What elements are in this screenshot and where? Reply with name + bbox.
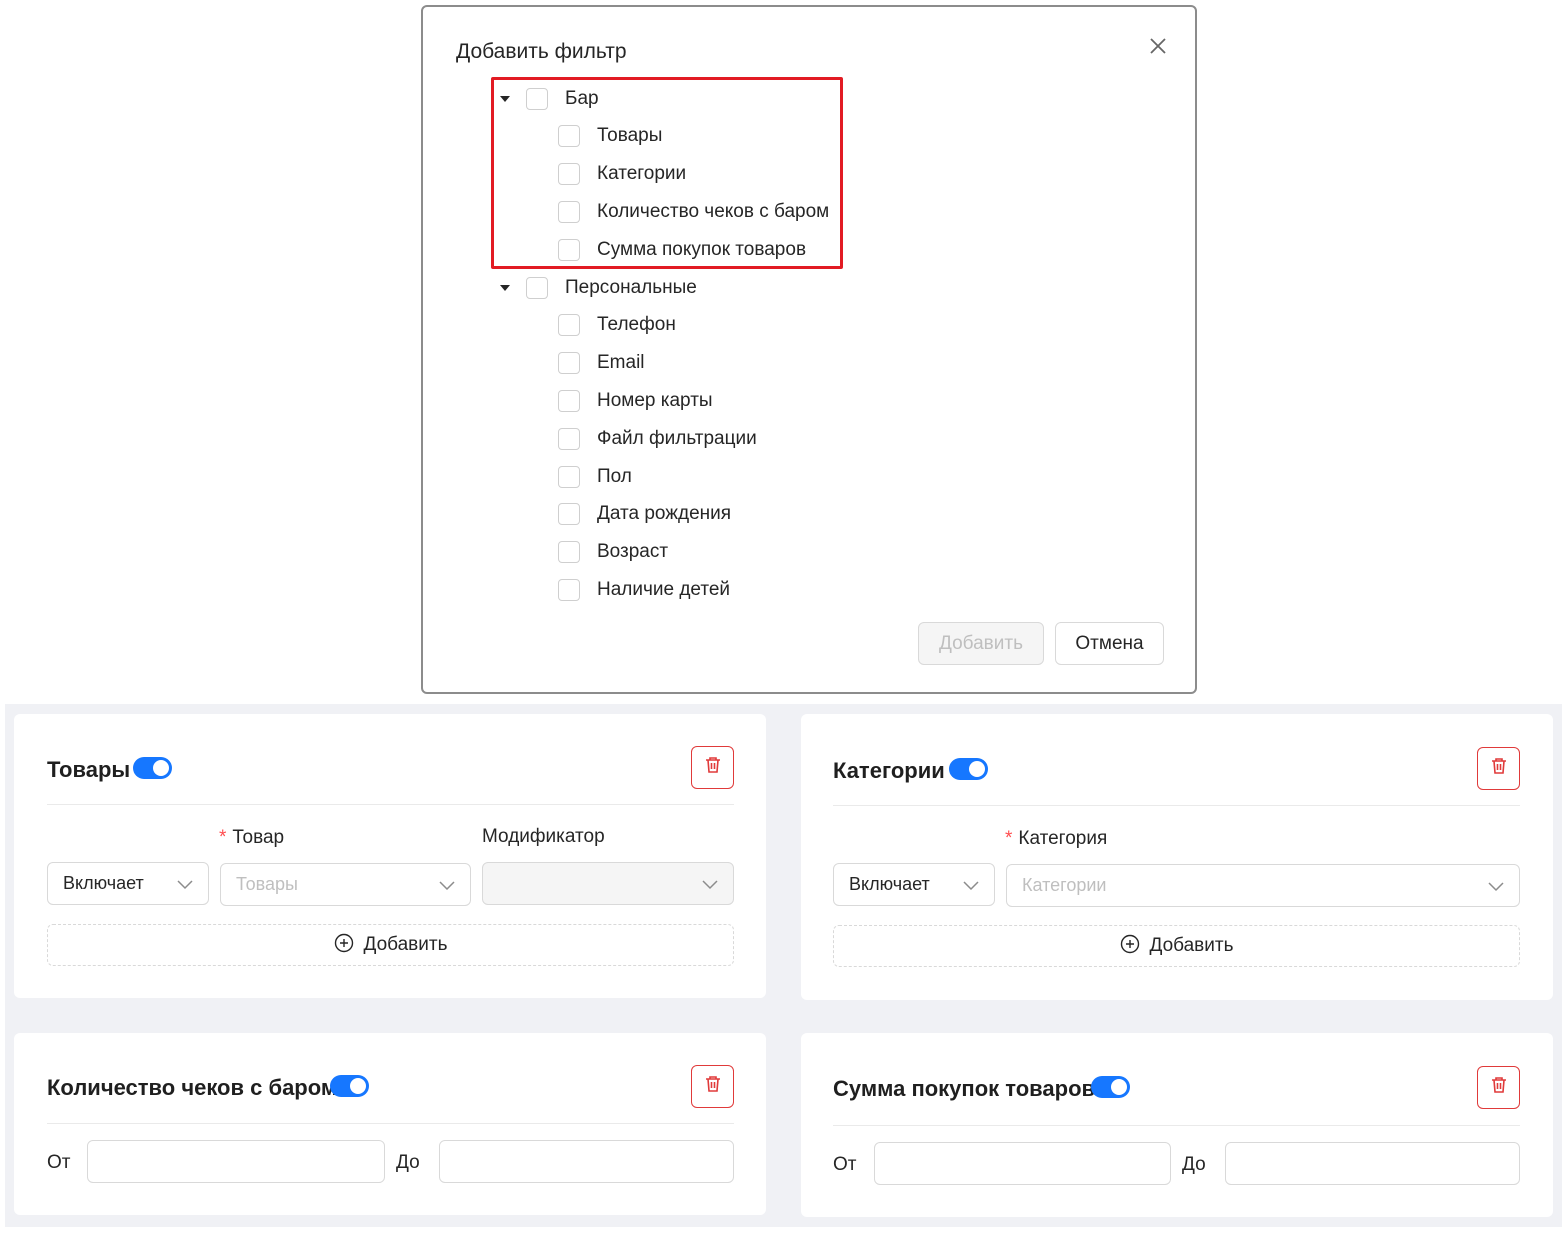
filter-card-purchases-sum: Сумма покупок товаров От До <box>801 1033 1553 1217</box>
filters-panel: Товары * Товар Модификатор Включает Товар… <box>5 704 1562 1227</box>
delete-button[interactable] <box>691 746 734 789</box>
add-filter-modal: Добавить фильтр Бар Товары Категории Кол… <box>421 5 1197 694</box>
add-condition-button[interactable]: Добавить <box>47 924 734 966</box>
chevron-down-icon <box>176 875 194 898</box>
delete-button[interactable] <box>1477 747 1520 790</box>
to-label: До <box>1182 1154 1206 1175</box>
product-label-text: Товар <box>232 827 285 848</box>
add-button[interactable]: Добавить <box>918 622 1044 665</box>
trash-icon <box>1490 1076 1508 1099</box>
tree-item-birth-date: Дата рождения <box>558 500 731 528</box>
required-mark: * <box>219 827 227 848</box>
tree-item-age: Возраст <box>558 538 668 566</box>
modal-title: Добавить фильтр <box>456 40 627 63</box>
checkbox-email[interactable] <box>558 352 580 374</box>
tree-item-label: Наличие детей <box>597 579 731 600</box>
tree-group-label: Персональные <box>565 277 697 298</box>
cancel-button[interactable]: Отмена <box>1055 622 1164 665</box>
tree-item-label: Дата рождения <box>597 503 732 524</box>
checkbox-children[interactable] <box>558 579 580 601</box>
tree-item-filter-file: Файл фильтрации <box>558 425 757 453</box>
checkbox-card-number[interactable] <box>558 390 580 412</box>
from-label: От <box>833 1154 857 1175</box>
tree-item-label: Возраст <box>597 541 669 562</box>
card-title: Категории <box>833 758 945 783</box>
category-label-text: Категория <box>1018 828 1108 849</box>
modifier-select[interactable] <box>482 862 734 905</box>
plus-circle-icon <box>334 933 354 958</box>
chevron-down-icon <box>701 875 719 898</box>
divider <box>833 805 1520 806</box>
trash-icon <box>704 756 722 779</box>
delete-button[interactable] <box>691 1065 734 1108</box>
chevron-down-icon <box>438 876 456 899</box>
from-label: От <box>47 1152 71 1173</box>
select-value: Включает <box>63 873 144 893</box>
checkbox-age[interactable] <box>558 541 580 563</box>
plus-circle-icon <box>1120 934 1140 959</box>
tree-item-label: Email <box>597 352 645 373</box>
divider <box>47 1123 734 1124</box>
add-label: Добавить <box>363 934 448 955</box>
condition-select[interactable]: Включает <box>47 862 209 905</box>
tree-item-gender: Пол <box>558 463 632 491</box>
from-input[interactable] <box>874 1142 1171 1185</box>
modifier-field-label: Модификатор <box>482 826 605 847</box>
tree-item-children: Наличие детей <box>558 576 730 604</box>
checkbox-gender[interactable] <box>558 466 580 488</box>
to-label: До <box>396 1152 420 1173</box>
chevron-down-icon <box>962 876 980 899</box>
divider <box>47 804 734 805</box>
add-label: Добавить <box>1149 935 1234 956</box>
add-condition-button[interactable]: Добавить <box>833 925 1520 967</box>
close-icon[interactable] <box>1145 33 1171 59</box>
chevron-down-icon <box>1487 877 1505 900</box>
product-field-label: * Товар <box>219 827 284 849</box>
highlight-annotation-box <box>491 77 843 269</box>
checkbox-group-personal[interactable] <box>526 277 548 299</box>
trash-icon <box>704 1075 722 1098</box>
enable-toggle[interactable] <box>1091 1076 1130 1098</box>
category-select[interactable]: Категории <box>1006 864 1520 907</box>
enable-toggle[interactable] <box>330 1075 369 1097</box>
filter-card-categories: Категории * Категория Включает Категории … <box>801 714 1553 1000</box>
card-title: Сумма покупок товаров <box>833 1076 1096 1101</box>
tree-item-phone: Телефон <box>558 311 676 339</box>
caret-down-icon[interactable] <box>499 282 511 294</box>
select-value: Включает <box>849 874 930 894</box>
enable-toggle[interactable] <box>133 757 172 779</box>
select-placeholder: Категории <box>1022 875 1107 895</box>
tree-item-card-number: Номер карты <box>558 387 713 415</box>
condition-select[interactable]: Включает <box>833 863 995 906</box>
product-select[interactable]: Товары <box>220 863 471 906</box>
divider <box>833 1125 1520 1126</box>
tree-group-personal: Персональные <box>499 274 697 302</box>
select-placeholder: Товары <box>236 874 298 894</box>
tree-item-label: Телефон <box>597 314 676 335</box>
checkbox-phone[interactable] <box>558 314 580 336</box>
to-input[interactable] <box>1225 1142 1520 1185</box>
tree-item-label: Номер карты <box>597 390 713 411</box>
card-title: Товары <box>47 757 131 782</box>
card-title: Количество чеков с баром <box>47 1075 338 1100</box>
trash-icon <box>1490 757 1508 780</box>
filter-card-products: Товары * Товар Модификатор Включает Товар… <box>14 714 766 998</box>
tree-item-label: Пол <box>597 466 632 487</box>
tree-item-email: Email <box>558 349 645 377</box>
enable-toggle[interactable] <box>949 758 988 780</box>
checkbox-filter-file[interactable] <box>558 428 580 450</box>
checkbox-birth-date[interactable] <box>558 503 580 525</box>
category-field-label: * Категория <box>1005 828 1107 850</box>
filter-card-receipts-count: Количество чеков с баром От До <box>14 1033 766 1215</box>
delete-button[interactable] <box>1477 1066 1520 1109</box>
from-input[interactable] <box>87 1140 385 1183</box>
required-mark: * <box>1005 828 1013 849</box>
to-input[interactable] <box>439 1140 734 1183</box>
tree-item-label: Файл фильтрации <box>597 428 757 449</box>
